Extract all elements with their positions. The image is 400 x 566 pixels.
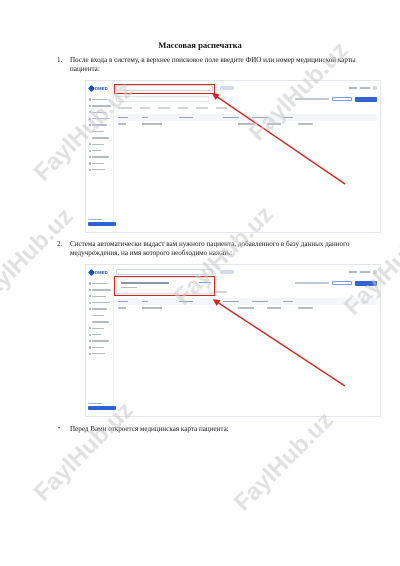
- sidebar-footer-button[interactable]: [88, 406, 116, 410]
- sidebar-item[interactable]: [89, 103, 113, 108]
- filter-subrow: [116, 105, 377, 111]
- topbar-link[interactable]: [220, 270, 234, 274]
- logo: DMED: [87, 268, 108, 277]
- sidebar-item[interactable]: [89, 167, 113, 172]
- logo-text: DMED: [95, 86, 108, 91]
- user-name: [360, 271, 370, 273]
- sidebar-item[interactable]: [89, 116, 113, 121]
- sidebar-item[interactable]: [89, 300, 113, 305]
- watermark: FaylHub.uz: [0, 202, 79, 313]
- screenshot-search-field: DMED: [85, 80, 381, 233]
- bullet: •: [58, 426, 61, 432]
- sidebar-item[interactable]: [89, 148, 113, 153]
- filter-row: [116, 95, 377, 103]
- sidebar-footer: [88, 218, 116, 226]
- step-number: 1.: [57, 56, 63, 64]
- watermark: FaylHub.uz: [228, 406, 339, 517]
- step-text: Перед Вами откроется медицинская карта п…: [70, 425, 229, 433]
- highlight-search-field: [114, 84, 215, 94]
- step-number: 2.: [57, 240, 63, 248]
- sidebar-item[interactable]: [89, 351, 113, 356]
- sidebar-item[interactable]: [89, 307, 113, 312]
- sidebar: DMED: [86, 265, 116, 416]
- filter-chip[interactable]: [332, 96, 352, 102]
- user-name: [360, 87, 370, 89]
- sidebar-footer-button[interactable]: [88, 222, 116, 226]
- table-row[interactable]: [116, 121, 377, 127]
- sidebar-item[interactable]: [89, 339, 113, 344]
- page-title: Массовая распечатка: [158, 40, 242, 50]
- sidebar-item[interactable]: [89, 332, 113, 337]
- table-header: [116, 298, 377, 305]
- sidebar-item[interactable]: [89, 123, 113, 128]
- sidebar-item[interactable]: [89, 287, 113, 292]
- logo-icon: [87, 84, 96, 93]
- main-content: [116, 95, 377, 127]
- table-header: [116, 114, 377, 121]
- step-1: 1. После входа в систему, в верхнее поис…: [57, 56, 372, 74]
- language-selector[interactable]: [349, 271, 357, 273]
- sidebar-item[interactable]: [89, 161, 113, 166]
- logo-icon: [87, 268, 96, 277]
- avatar[interactable]: [373, 270, 377, 274]
- sidebar-item[interactable]: [89, 142, 113, 147]
- step-3: • Перед Вами откроется медицинская карта…: [58, 425, 372, 434]
- language-selector[interactable]: [349, 87, 357, 89]
- filter-input[interactable]: [116, 96, 209, 102]
- search-input[interactable]: [116, 269, 213, 275]
- sidebar-item[interactable]: [89, 345, 113, 350]
- filter-chip[interactable]: [332, 280, 352, 286]
- logo-text: DMED: [95, 270, 108, 275]
- sidebar-item[interactable]: [89, 319, 113, 324]
- step-2: 2. Система автоматически выдаст вам нужн…: [57, 240, 372, 258]
- avatar[interactable]: [373, 86, 377, 90]
- logo: DMED: [87, 84, 108, 93]
- sidebar-item[interactable]: [89, 326, 113, 331]
- sidebar-item[interactable]: [89, 294, 113, 299]
- step-text: После входа в систему, в верхнее поисков…: [70, 56, 356, 73]
- topbar-link[interactable]: [220, 86, 234, 90]
- sidebar-nav: [89, 281, 113, 358]
- sidebar-nav: [89, 97, 113, 174]
- sidebar: DMED: [86, 81, 116, 232]
- sidebar-item[interactable]: [89, 110, 113, 115]
- table-row[interactable]: [116, 305, 377, 311]
- topbar: [116, 268, 377, 276]
- sidebar-item[interactable]: [89, 313, 113, 318]
- add-patient-button[interactable]: [355, 280, 377, 286]
- sidebar-item[interactable]: [89, 129, 113, 134]
- sidebar-item[interactable]: [89, 97, 113, 102]
- step-text: Система автоматически выдаст вам нужного…: [70, 240, 350, 257]
- add-patient-button[interactable]: [355, 96, 377, 102]
- sidebar-item[interactable]: [89, 281, 113, 286]
- sidebar-item[interactable]: [89, 155, 113, 160]
- highlight-patient-result: [114, 276, 215, 296]
- sidebar-item[interactable]: [89, 135, 113, 140]
- sidebar-footer: [88, 402, 116, 410]
